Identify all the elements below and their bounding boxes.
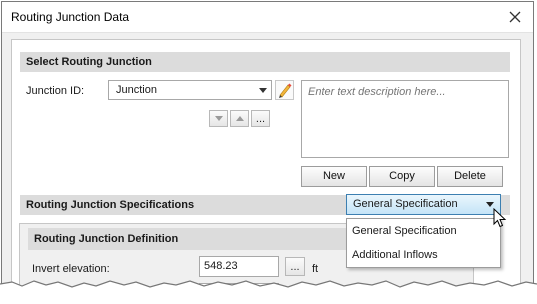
copy-button[interactable]: Copy [369,166,435,187]
chevron-down-icon [259,88,267,93]
option-general-specification[interactable]: General Specification [347,219,500,243]
dialog-window: Routing Junction Data Select Routing Jun… [1,1,534,301]
chevron-down-icon [214,116,223,121]
junction-id-label: Junction ID: [26,85,85,97]
pencil-icon [279,83,292,98]
title-bar: Routing Junction Data [2,2,533,33]
close-icon [509,11,521,23]
chevron-down-icon [486,202,494,207]
specification-options-list: General Specification Additional Inflows [346,218,501,268]
description-textarea[interactable] [301,80,509,158]
more-options-button[interactable]: ... [251,110,270,127]
more-options-label: ... [255,112,266,125]
option-additional-inflows[interactable]: Additional Inflows [347,243,500,267]
junction-id-value: Junction [116,84,157,96]
mouse-cursor-icon [493,208,507,228]
delete-button[interactable]: Delete [437,166,503,187]
select-junction-header: Select Routing Junction [20,52,510,72]
window-title: Routing Junction Data [11,10,130,24]
chevron-up-icon [235,116,244,121]
close-button[interactable] [505,7,525,27]
specification-selected: General Specification [353,198,458,210]
specification-dropdown[interactable]: General Specification [346,194,501,215]
specifications-title: Routing Junction Specifications [26,199,195,211]
junction-id-dropdown[interactable]: Junction [108,80,272,100]
move-down-button[interactable] [209,110,228,127]
move-up-button[interactable] [230,110,249,127]
torn-edge-decoration [0,280,537,304]
edit-junction-button[interactable] [275,80,294,100]
new-button[interactable]: New [301,166,367,187]
